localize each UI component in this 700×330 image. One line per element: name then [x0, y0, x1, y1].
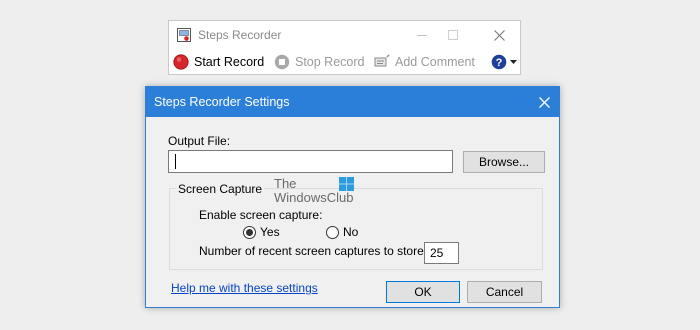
capture-count-input[interactable]	[424, 242, 459, 264]
screen-capture-legend: Screen Capture	[176, 182, 265, 196]
comment-icon	[374, 54, 390, 67]
capture-no-label: No	[343, 225, 359, 239]
ok-button[interactable]: OK	[386, 281, 460, 303]
dialog-close-button[interactable]	[529, 87, 559, 117]
recorder-titlebar: Steps Recorder	[169, 21, 520, 49]
settings-dialog: Steps Recorder Settings Output File: Bro…	[145, 86, 560, 308]
capture-yes-radio[interactable]: Yes	[243, 225, 280, 239]
help-icon: ?	[491, 54, 507, 70]
add-comment-label: Add Comment	[395, 55, 475, 69]
output-file-input[interactable]	[168, 150, 453, 173]
enable-capture-label: Enable screen capture:	[199, 208, 323, 222]
recorder-close-button[interactable]	[485, 25, 513, 45]
watermark-line-2: WindowsClub	[274, 190, 354, 205]
capture-no-radio[interactable]: No	[326, 225, 358, 239]
windows-logo-icon	[339, 177, 354, 191]
cancel-button[interactable]: Cancel	[467, 281, 542, 303]
radio-dot	[246, 228, 253, 236]
recorder-toolbar: Start Record Stop Record Add Comment ?	[169, 49, 520, 75]
chevron-down-icon	[510, 60, 517, 64]
dialog-titlebar: Steps Recorder Settings	[146, 87, 559, 117]
watermark-logo: The WindowsClub	[274, 177, 354, 205]
help-menu-button[interactable]: ?	[491, 52, 518, 72]
start-record-button[interactable]: Start Record	[173, 52, 264, 72]
output-file-label: Output File:	[168, 134, 231, 148]
close-icon	[538, 96, 550, 108]
add-comment-button[interactable]: Add Comment	[374, 52, 475, 72]
stop-icon	[274, 54, 290, 70]
start-record-label: Start Record	[194, 55, 265, 69]
maximize-icon	[448, 30, 458, 40]
record-icon	[173, 54, 189, 70]
minimize-icon	[417, 35, 427, 36]
minimize-button[interactable]	[408, 25, 436, 45]
stop-record-button[interactable]: Stop Record	[274, 52, 364, 72]
help-settings-link[interactable]: Help me with these settings	[171, 281, 318, 295]
capture-yes-label: Yes	[260, 225, 280, 239]
dialog-title: Steps Recorder Settings	[154, 95, 290, 109]
steps-recorder-window: Steps Recorder Start Record Stop Record	[168, 20, 521, 75]
radio-circle	[326, 225, 339, 239]
close-icon	[493, 29, 505, 41]
stop-record-label: Stop Record	[295, 55, 365, 69]
svg-text:?: ?	[496, 57, 503, 69]
recorder-title: Steps Recorder	[198, 28, 282, 42]
capture-count-label: Number of recent screen captures to stor…	[199, 244, 428, 258]
text-caret	[175, 154, 176, 169]
steps-recorder-app-icon	[177, 28, 191, 42]
browse-button[interactable]: Browse...	[463, 151, 545, 173]
maximize-button[interactable]	[439, 25, 467, 45]
radio-circle	[243, 225, 256, 239]
